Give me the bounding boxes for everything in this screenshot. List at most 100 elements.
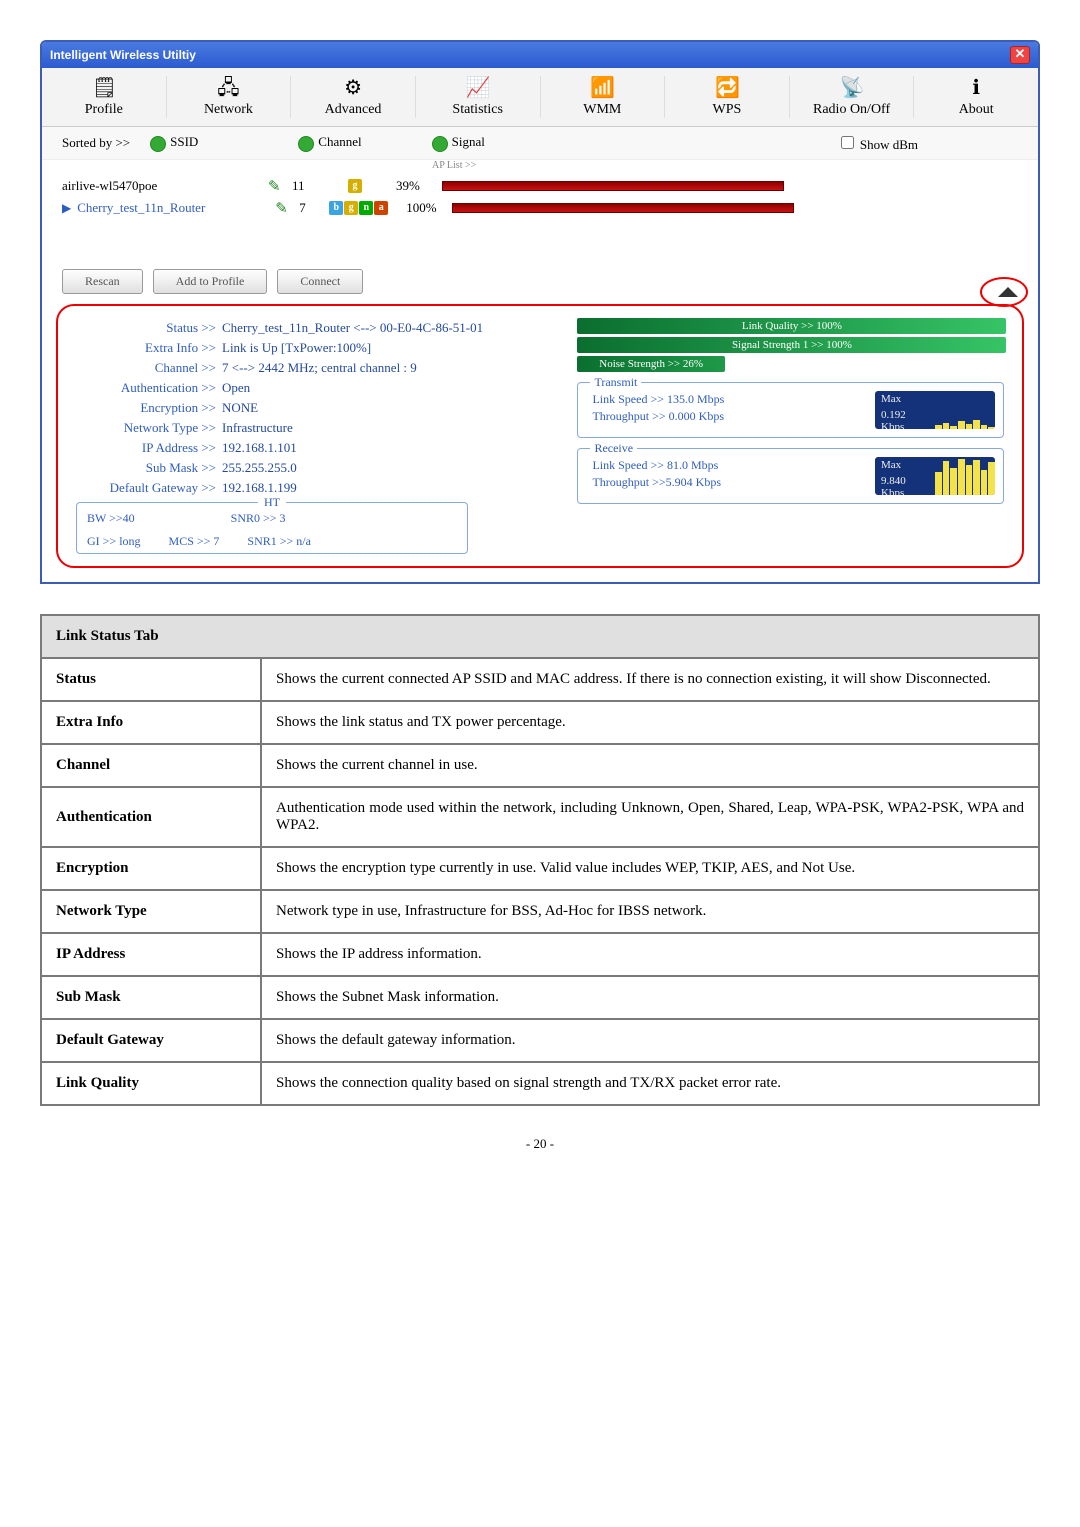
meter-max: Max bbox=[881, 459, 901, 471]
doc-row: Sub MaskShows the Subnet Mask informatio… bbox=[41, 976, 1039, 1019]
selected-arrow-icon: ▶ bbox=[62, 201, 71, 216]
nav-profile[interactable]: 🗒Profile bbox=[42, 76, 167, 118]
status-right: Link Quality >> 100% Signal Strength 1 >… bbox=[577, 318, 1004, 554]
meter-val: 0.192Kbps bbox=[881, 409, 906, 429]
doc-row-desc: Shows the encryption type currently in u… bbox=[261, 847, 1039, 890]
nav-label: About bbox=[959, 102, 994, 118]
rescan-button[interactable]: Rescan bbox=[62, 269, 143, 294]
doc-row: Network TypeNetwork type in use, Infrast… bbox=[41, 890, 1039, 933]
status-value: Cherry_test_11n_Router <--> 00-E0-4C-86-… bbox=[222, 320, 547, 336]
nav-radio[interactable]: 📡 Radio On/Off bbox=[790, 76, 915, 118]
enc-label: Encryption >> bbox=[76, 400, 222, 416]
close-icon[interactable]: ✕ bbox=[1010, 46, 1030, 64]
ht-snr1: SNR1 >> n/a bbox=[247, 534, 311, 549]
ntype-value: Infrastructure bbox=[222, 420, 547, 436]
about-icon: ℹ bbox=[964, 76, 988, 100]
sort-ssid[interactable]: SSID bbox=[150, 134, 198, 151]
enc-value: NONE bbox=[222, 400, 547, 416]
channel-label: Channel >> bbox=[76, 360, 222, 376]
signal-bar bbox=[442, 181, 784, 191]
ht-bw: BW >>40 bbox=[87, 511, 135, 526]
network-icon: 🖧 bbox=[216, 76, 240, 100]
add-profile-button[interactable]: Add to Profile bbox=[153, 269, 268, 294]
nav-label: Network bbox=[204, 102, 253, 118]
doc-row-desc: Shows the connection quality based on si… bbox=[261, 1062, 1039, 1105]
radio-icon: 📡 bbox=[840, 76, 864, 100]
ip-label: IP Address >> bbox=[76, 440, 222, 456]
ap-signal-pct: 100% bbox=[406, 200, 446, 216]
channel-icon: ✎ bbox=[275, 199, 293, 217]
button-row: Rescan Add to Profile Connect bbox=[42, 259, 1038, 300]
nav-statistics[interactable]: 📈Statistics bbox=[416, 76, 541, 118]
nav-label: Profile bbox=[85, 102, 123, 118]
receive-title: Receive bbox=[590, 441, 637, 456]
ntype-label: Network Type >> bbox=[76, 420, 222, 436]
nav-advanced[interactable]: ⚙Advanced bbox=[291, 76, 416, 118]
gw-label: Default Gateway >> bbox=[76, 480, 222, 496]
sort-channel[interactable]: Channel bbox=[298, 134, 361, 151]
ip-value: 192.168.1.101 bbox=[222, 440, 547, 456]
noise-strength-bar: Noise Strength >> 26% bbox=[577, 356, 724, 372]
nav-about[interactable]: ℹ About bbox=[914, 76, 1038, 118]
doc-row-header: Extra Info bbox=[41, 701, 261, 744]
statistics-icon: 📈 bbox=[466, 76, 490, 100]
doc-row-header: Channel bbox=[41, 744, 261, 787]
top-nav: 🗒Profile 🖧Network ⚙Advanced 📈Statistics … bbox=[42, 68, 1038, 127]
show-dbm-checkbox[interactable]: Show dBm bbox=[837, 133, 918, 153]
auth-value: Open bbox=[222, 380, 547, 396]
ht-title: HT bbox=[258, 495, 286, 510]
doc-row-header: IP Address bbox=[41, 933, 261, 976]
nav-label: Advanced bbox=[325, 102, 382, 118]
tx-speed: Link Speed >> 135.0 Mbps bbox=[592, 391, 855, 408]
nav-wps[interactable]: 🔁WPS bbox=[665, 76, 790, 118]
mode-icons: bgna bbox=[329, 201, 388, 215]
transmit-title: Transmit bbox=[590, 375, 641, 390]
doc-row-desc: Authentication mode used within the netw… bbox=[261, 787, 1039, 847]
expand-arrow-icon[interactable] bbox=[998, 287, 1018, 297]
tx-meter: Max 0.192Kbps bbox=[875, 391, 995, 429]
ht-snr0: SNR0 >> 3 bbox=[231, 511, 286, 526]
nav-label: Radio On/Off bbox=[813, 102, 890, 118]
doc-row: Link QualityShows the connection quality… bbox=[41, 1062, 1039, 1105]
tx-throughput: Throughput >> 0.000 Kbps bbox=[592, 408, 855, 425]
ht-group: HT BW >>40 SNR0 >> 3 GI >> long MCS >> 7… bbox=[76, 502, 468, 554]
ht-mcs: MCS >> 7 bbox=[169, 534, 220, 549]
quality-bars: Link Quality >> 100% Signal Strength 1 >… bbox=[577, 318, 1004, 372]
ap-row[interactable]: airlive-wl5470poe ✎ 11 g 39% bbox=[62, 175, 1018, 197]
status-left: Status >>Cherry_test_11n_Router <--> 00-… bbox=[76, 318, 547, 554]
rx-throughput: Throughput >>5.904 Kbps bbox=[592, 474, 855, 491]
page-number: - 20 - bbox=[40, 1136, 1040, 1152]
connect-button[interactable]: Connect bbox=[277, 269, 363, 294]
sorted-by-label: Sorted by >> bbox=[62, 135, 130, 151]
wps-icon: 🔁 bbox=[715, 76, 739, 100]
signal-bar bbox=[452, 203, 794, 213]
signal-strength-bar: Signal Strength 1 >> 100% bbox=[577, 337, 1006, 353]
ap-row[interactable]: ▶ Cherry_test_11n_Router ✎ 7 bgna 100% bbox=[62, 197, 1018, 219]
status-panel: Status >>Cherry_test_11n_Router <--> 00-… bbox=[56, 304, 1024, 568]
doc-title: Link Status Tab bbox=[41, 615, 1039, 658]
sort-signal[interactable]: Signal bbox=[432, 134, 485, 151]
nav-wmm[interactable]: 📶WMM bbox=[541, 76, 666, 118]
channel-value: 7 <--> 2442 MHz; central channel : 9 bbox=[222, 360, 547, 376]
doc-row-header: Link Quality bbox=[41, 1062, 261, 1105]
receive-group: Receive Link Speed >> 81.0 Mbps Throughp… bbox=[577, 448, 1004, 504]
link-quality-bar: Link Quality >> 100% bbox=[577, 318, 1006, 334]
wmm-icon: 📶 bbox=[590, 76, 614, 100]
mode-icons: g bbox=[348, 179, 362, 193]
gw-value: 192.168.1.199 bbox=[222, 480, 547, 496]
doc-row-desc: Shows the link status and TX power perce… bbox=[261, 701, 1039, 744]
aplist-label: AP List >> bbox=[42, 160, 1038, 171]
titlebar[interactable]: Intelligent Wireless Utiltiy ✕ bbox=[42, 42, 1038, 68]
mask-value: 255.255.255.0 bbox=[222, 460, 547, 476]
doc-row: ChannelShows the current channel in use. bbox=[41, 744, 1039, 787]
doc-row-header: Sub Mask bbox=[41, 976, 261, 1019]
doc-row: StatusShows the current connected AP SSI… bbox=[41, 658, 1039, 701]
doc-row-desc: Shows the IP address information. bbox=[261, 933, 1039, 976]
rx-meter: Max 9.840Kbps bbox=[875, 457, 995, 495]
ht-gi: GI >> long bbox=[87, 534, 141, 549]
extra-label: Extra Info >> bbox=[76, 340, 222, 356]
doc-row-header: Network Type bbox=[41, 890, 261, 933]
nav-network[interactable]: 🖧 Network bbox=[167, 76, 292, 118]
doc-row-desc: Shows the current channel in use. bbox=[261, 744, 1039, 787]
doc-row: Extra InfoShows the link status and TX p… bbox=[41, 701, 1039, 744]
